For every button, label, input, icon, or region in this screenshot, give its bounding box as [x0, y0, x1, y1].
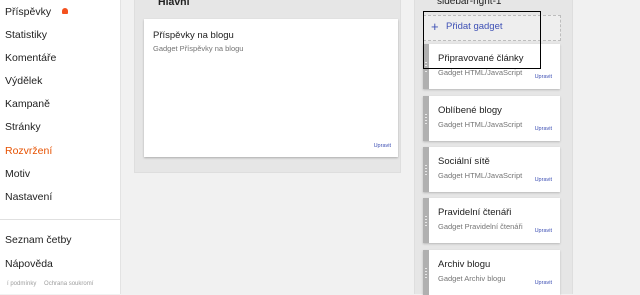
gadget-title: Archiv blogu: [438, 259, 491, 270]
left-sidebar: Příspěvky Statistiky Komentáře Výdělek K…: [0, 0, 121, 294]
add-gadget-label: Přidat gadget: [446, 21, 503, 32]
footer-link-terms[interactable]: í podmínky: [7, 281, 36, 287]
nav-item-reading-list[interactable]: Seznam četby: [5, 230, 72, 250]
gadget-blog-archive[interactable]: Archiv blogu Gadget Archiv blogu Upravit: [423, 250, 560, 295]
edit-link[interactable]: Upravit: [535, 280, 552, 286]
blog-posts-gadget[interactable]: Příspěvky na blogu Gadget Příspěvky na b…: [144, 19, 398, 157]
gadget-followers[interactable]: Pravidelní čtenáři Gadget Pravidelní čte…: [423, 198, 560, 243]
gadget-upcoming-posts[interactable]: Připravované články Gadget HTML/JavaScri…: [423, 44, 560, 89]
drag-handle[interactable]: [423, 147, 429, 192]
notification-bell-icon: [62, 8, 69, 15]
edit-link[interactable]: Upravit: [535, 74, 552, 80]
nav-item-pages[interactable]: Stránky: [5, 117, 41, 137]
add-gadget-button[interactable]: + Přidat gadget: [423, 15, 561, 41]
gadget-subtitle: Gadget HTML/JavaScript: [438, 68, 523, 77]
gadget-subtitle: Gadget Archiv blogu: [438, 274, 506, 283]
nav-item-label: Příspěvky: [5, 6, 52, 18]
sidebar-divider: [0, 219, 120, 220]
drag-handle[interactable]: [423, 198, 429, 243]
nav-item-posts[interactable]: Příspěvky: [5, 2, 69, 22]
nav-item-theme[interactable]: Motiv: [5, 164, 30, 184]
gadget-title: Sociální sítě: [438, 156, 490, 167]
gadget-subtitle: Gadget HTML/JavaScript: [438, 171, 523, 180]
nav-item-comments[interactable]: Komentáře: [5, 48, 56, 68]
gadget-subtitle: Gadget Pravidelní čtenáři: [438, 222, 523, 231]
gadget-subtitle: Gadget HTML/JavaScript: [438, 120, 523, 129]
gadget-title: Pravidelní čtenáři: [438, 207, 512, 218]
edit-link[interactable]: Upravit: [535, 177, 552, 183]
gadget-title: Připravované články: [438, 53, 524, 64]
gadget-subtitle: Gadget Příspěvky na blogu: [153, 44, 244, 53]
gadget-title: Oblíbené blogy: [438, 105, 502, 116]
gadget-favorite-blogs[interactable]: Oblíbené blogy Gadget HTML/JavaScript Up…: [423, 96, 560, 141]
footer-link-privacy[interactable]: Ochrana soukromí: [44, 281, 93, 287]
plus-icon: +: [431, 19, 439, 34]
nav-item-settings[interactable]: Nastavení: [5, 187, 52, 207]
drag-handle[interactable]: [423, 44, 429, 89]
edit-link[interactable]: Upravit: [535, 126, 552, 132]
footer-links: í podmínky Ochrana soukromí: [7, 281, 99, 287]
drag-handle[interactable]: [423, 250, 429, 295]
edit-link[interactable]: Upravit: [535, 228, 552, 234]
edit-link[interactable]: Upravit: [374, 143, 391, 149]
main-section-title: Hlavní: [158, 0, 190, 8]
drag-handle[interactable]: [423, 96, 429, 141]
nav-item-help[interactable]: Nápověda: [5, 254, 53, 274]
nav-item-stats[interactable]: Statistiky: [5, 25, 47, 45]
nav-item-campaigns[interactable]: Kampaně: [5, 94, 50, 114]
gadget-title: Příspěvky na blogu: [153, 30, 234, 41]
sidebar-right-title: sidebar-right-1: [437, 0, 502, 7]
gadget-social-networks[interactable]: Sociální sítě Gadget HTML/JavaScript Upr…: [423, 147, 560, 192]
nav-item-earnings[interactable]: Výdělek: [5, 71, 42, 91]
nav-item-layout[interactable]: Rozvržení: [5, 141, 52, 161]
